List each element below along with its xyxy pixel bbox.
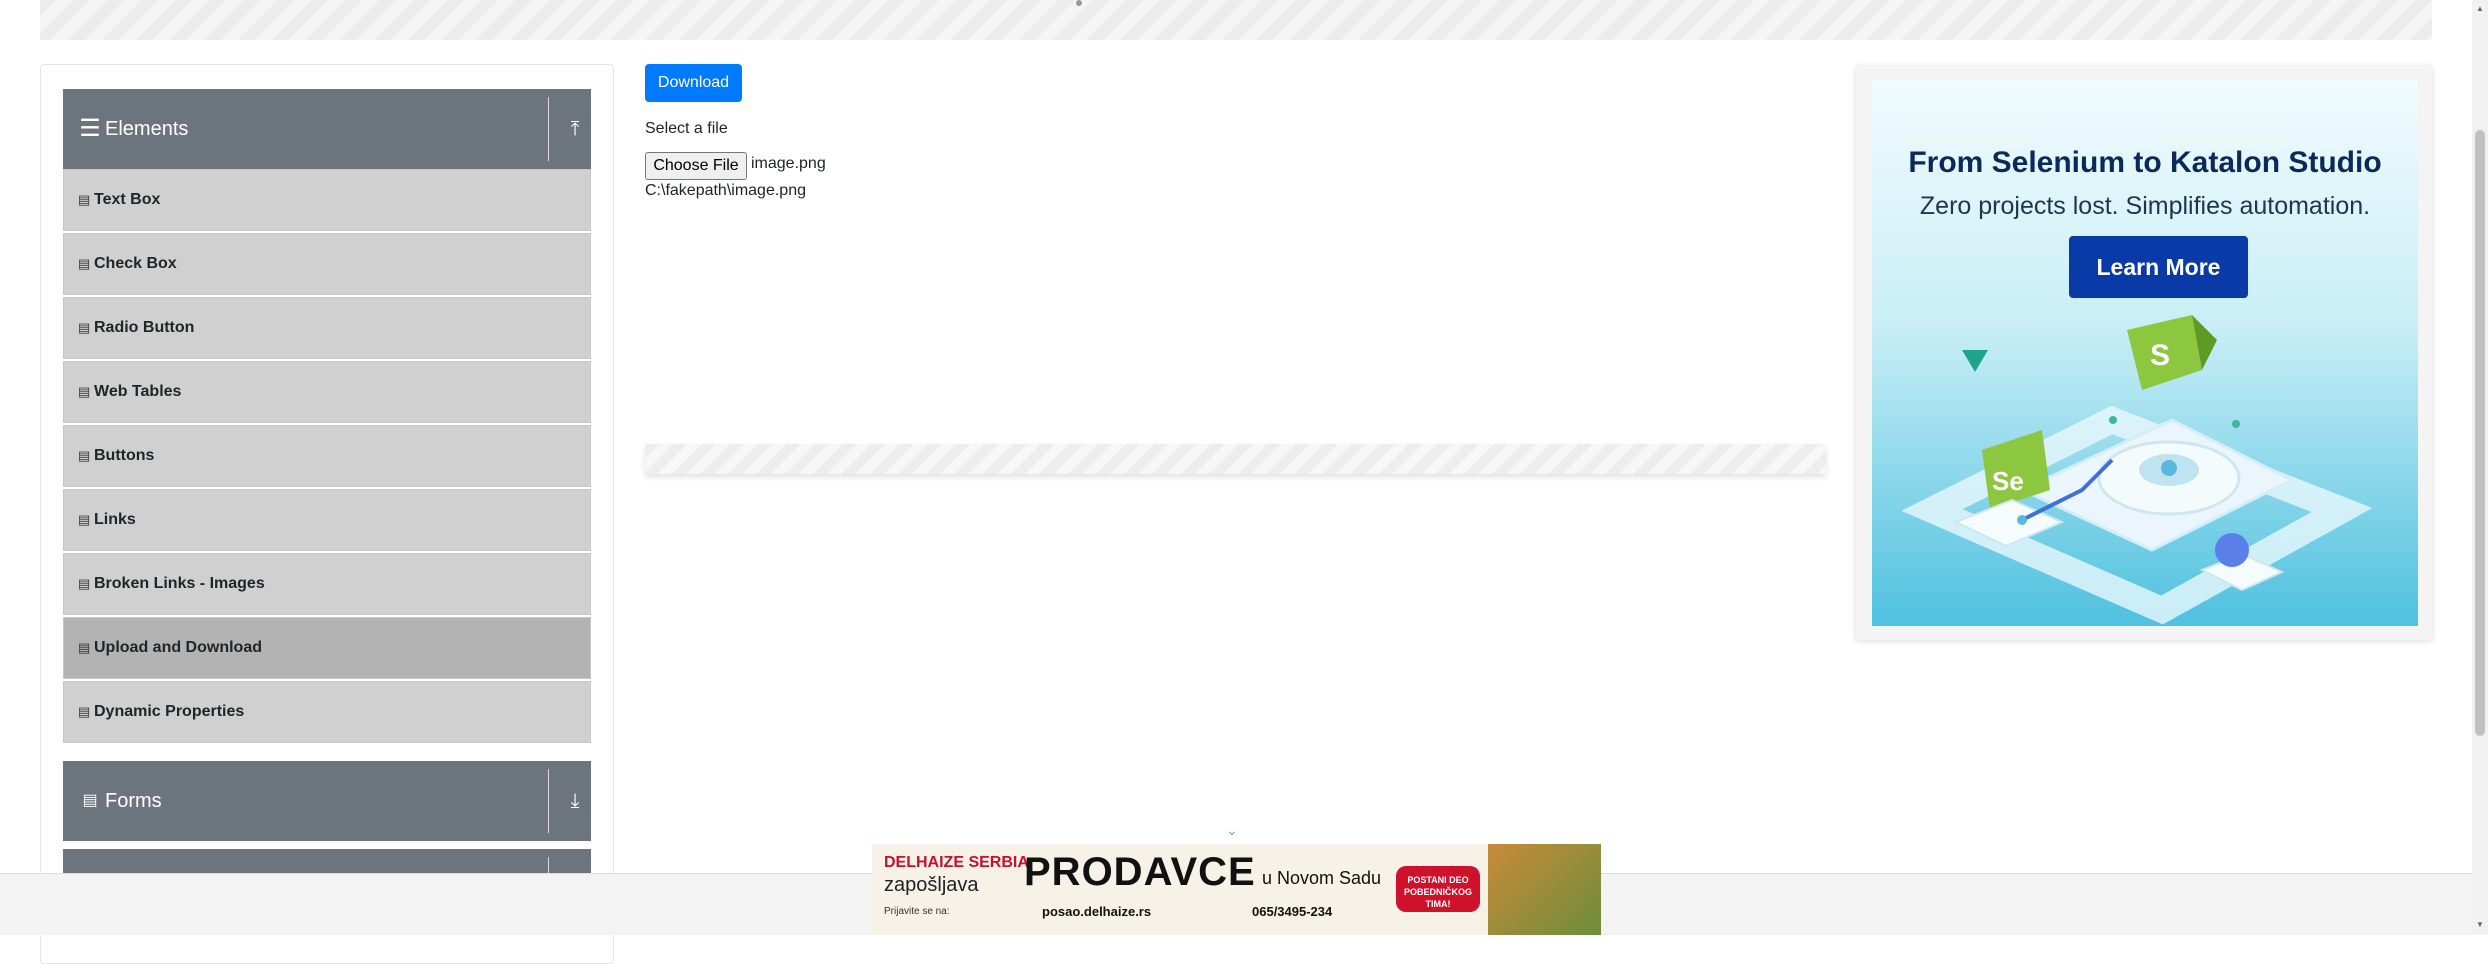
download-button[interactable]: Download — [645, 64, 742, 102]
item-icon: ▤ — [78, 576, 91, 591]
sidebar-item-label: Text Box — [94, 191, 161, 208]
sidebar-item-label: Dynamic Properties — [94, 703, 245, 720]
sidebar-item-label: Web Tables — [94, 383, 182, 400]
header-divider — [548, 769, 549, 833]
item-icon: ▤ — [78, 192, 91, 207]
item-icon: ▤ — [78, 704, 91, 719]
item-icon: ▤ — [78, 448, 91, 463]
group-header-elements[interactable]: ☰ Elements ⤒ — [63, 89, 591, 169]
isometric-illustration: S Se — [1901, 315, 2373, 625]
sidebar-item-broken-links[interactable]: ▤ Broken Links - Images — [63, 553, 591, 615]
ad-badge: POSTANI DEO POBEDNIČKOG TIMA! — [1396, 866, 1480, 912]
ad-site: posao.delhaize.rs — [1042, 904, 1152, 919]
select-file-label: Select a file — [645, 120, 728, 137]
header-divider — [548, 97, 549, 161]
sidebar-item-dynamic-properties[interactable]: ▤ Dynamic Properties — [63, 681, 591, 743]
ad-city: u Novom Sadu — [1262, 868, 1382, 888]
scroll-up-icon[interactable]: ▲ — [2476, 4, 2484, 13]
expand-arrow-icon[interactable]: ⤓ — [563, 761, 587, 841]
top-banner — [40, 0, 2432, 40]
sidebar-item-upload-download[interactable]: ▤ Upload and Download — [63, 617, 591, 679]
elements-menu: ▤ Text Box ▤ Check Box ▤ Radio Button ▤ Web … — [63, 169, 591, 745]
item-icon: ▤ — [78, 320, 91, 335]
learn-more-button[interactable]: Learn More — [2069, 236, 2248, 298]
delhaize-ad[interactable]: DELHAIZE SERBIA zapošljava PRODAVCE u No… — [872, 844, 1601, 935]
item-icon: ▤ — [78, 512, 91, 527]
sidebar-item-label: Links — [94, 511, 136, 528]
group-header-label: Elements — [105, 117, 189, 140]
ad-tagline: zapošljava — [884, 874, 979, 896]
choose-file-button[interactable]: Choose File — [645, 152, 747, 180]
ad-brand: DELHAIZE SERBIA — [884, 854, 1029, 871]
sidebar-item-radio-button[interactable]: ▤ Radio Button — [63, 297, 591, 359]
scroll-down-icon[interactable]: ▼ — [2476, 920, 2484, 929]
hamburger-icon: ☰ — [79, 115, 101, 142]
uploaded-file-path: C:\fakepath\image.png — [645, 182, 806, 199]
ad-photo — [1488, 844, 1601, 935]
ad-subtitle: Zero projects lost. Simplifies automatio… — [1919, 192, 2371, 220]
sidebar-item-label: Buttons — [94, 447, 155, 464]
left-panel: ☰ Elements ⤒ ▤ Text Box ▤ Check Box ▤ Radio… — [40, 64, 614, 964]
katalon-ad[interactable]: From Selenium to Katalon Studio Zero pro… — [1872, 80, 2418, 626]
ad-headline: PRODAVCE — [1024, 850, 1256, 894]
page-scrollbar[interactable]: ▲ ▼ — [2472, 0, 2488, 935]
scroll-thumb[interactable] — [2475, 130, 2485, 736]
forms-icon: ▤ — [82, 792, 98, 809]
chevron-down-icon[interactable]: ⌄ — [1226, 822, 1238, 839]
group-header-label: Forms — [105, 789, 162, 812]
item-icon: ▤ — [78, 384, 91, 399]
ad-title: From Selenium to Katalon Studio — [1908, 146, 2382, 179]
ad-logo-letters: Se — [1992, 466, 2024, 496]
item-icon: ▤ — [78, 640, 91, 655]
sidebar-item-links[interactable]: ▤ Links — [63, 489, 591, 551]
sidebar-item-text-box[interactable]: ▤ Text Box — [63, 169, 591, 231]
collapse-arrow-icon[interactable]: ⤒ — [563, 89, 587, 169]
ad-apply-text: Prijavite se na: — [884, 906, 950, 917]
banner-dot — [1076, 0, 1082, 6]
selected-file-name: image.png — [751, 155, 826, 172]
item-icon: ▤ — [78, 256, 91, 271]
ad-logo-letter: S — [2150, 339, 2170, 372]
sidebar-item-label: Check Box — [94, 255, 177, 272]
right-ad-frame: From Selenium to Katalon Studio Zero pro… — [1856, 66, 2432, 640]
sidebar-item-web-tables[interactable]: ▤ Web Tables — [63, 361, 591, 423]
sidebar-item-label: Broken Links - Images — [94, 575, 265, 592]
sidebar-item-check-box[interactable]: ▤ Check Box — [63, 233, 591, 295]
ad-phone: 065/3495-234 — [1252, 904, 1333, 919]
content-ad-strip — [645, 444, 1826, 474]
sidebar-item-label: Upload and Download — [94, 639, 262, 656]
sidebar-item-buttons[interactable]: ▤ Buttons — [63, 425, 591, 487]
group-header-forms[interactable]: ▤ Forms ⤓ — [63, 761, 591, 841]
sidebar-item-label: Radio Button — [94, 319, 195, 336]
